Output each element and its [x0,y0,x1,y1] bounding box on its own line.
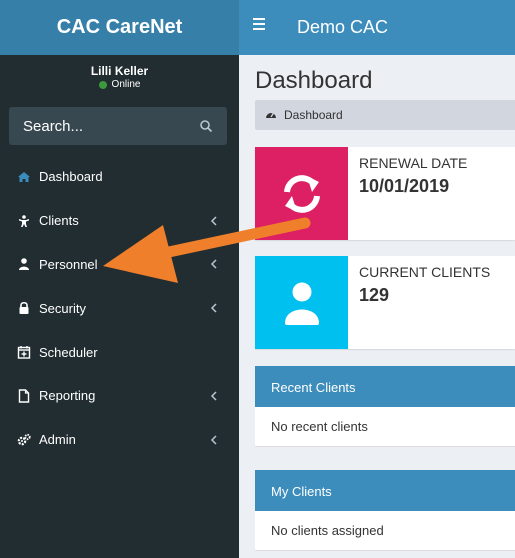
file-icon [18,389,30,403]
chevron-left-icon [210,259,217,270]
user-status-label: Online [111,79,141,90]
main-content: Dashboard Dashboard RENEWAL DATE 10/01/2… [239,55,515,558]
sidebar-item-label: Admin [39,432,76,448]
child-icon [19,214,29,227]
panel-body: No recent clients [255,407,515,447]
recent-clients-panel: Recent Clients No recent clients [255,366,515,447]
search-icon[interactable] [199,119,213,133]
sidebar-item-personnel[interactable]: Personnel [0,243,239,287]
sidebar-item-reporting[interactable]: Reporting [0,374,239,418]
top-navbar: Demo CAC [239,0,515,55]
user-status: Online [0,79,239,90]
sidebar-item-label: Personnel [39,256,98,272]
sidebar-item-label: Scheduler [39,344,98,360]
current-clients-info-box: CURRENT CLIENTS 129 [255,256,515,349]
user-icon [284,282,319,325]
brand-logo[interactable]: CAC CareNet [0,0,239,55]
renewal-date-info-box: RENEWAL DATE 10/01/2019 [255,147,515,240]
refresh-icon [283,174,320,213]
sidebar-item-dashboard[interactable]: Dashboard [0,155,239,199]
search-input[interactable]: Search... [23,118,199,135]
sidebar-menu: Dashboard Clients Personnel Security Sch… [0,155,239,462]
sidebar-item-admin[interactable]: Admin [0,418,239,462]
my-clients-panel: My Clients No clients assigned [255,470,515,551]
user-name: Lilli Keller [90,64,149,78]
sidebar-item-label: Clients [39,213,79,229]
info-box-label: CURRENT CLIENTS [359,264,491,280]
topbar-title: Demo CAC [297,17,389,37]
user-panel: Lilli Keller Online [0,55,239,103]
info-icon-container [255,147,348,240]
chevron-left-icon [210,391,217,401]
sidebar-search[interactable]: Search... [9,107,227,145]
info-box-value: 10/01/2019 [359,176,450,196]
sidebar-item-label: Dashboard [39,169,103,185]
chevron-left-icon [210,435,217,445]
sidebar-item-scheduler[interactable]: Scheduler [0,330,239,374]
lock-icon [19,302,29,315]
sidebar-toggle-hamburger-icon[interactable] [253,17,265,30]
sidebar-item-label: Security [39,300,86,316]
panel-header: Recent Clients [255,367,515,407]
dashboard-gauge-icon [266,112,276,118]
panel-header: My Clients [255,471,515,511]
chevron-left-icon [210,216,217,226]
sidebar-item-label: Reporting [39,388,96,404]
online-status-dot-icon [98,80,107,89]
sidebar-item-clients[interactable]: Clients [0,199,239,243]
info-icon-container [255,256,348,349]
sidebar: CAC CareNet Lilli Keller Online Search..… [0,0,239,558]
brand-title: CAC CareNet [56,16,183,38]
chevron-left-icon [210,303,217,313]
page-title: Dashboard [255,67,373,94]
info-box-value: 129 [359,285,390,305]
breadcrumb: Dashboard [255,100,515,130]
gears-icon [17,433,31,445]
panel-body: No clients assigned [255,511,515,551]
home-icon [18,171,30,182]
sidebar-item-security[interactable]: Security [0,286,239,330]
breadcrumb-item[interactable]: Dashboard [284,108,343,122]
calendar-plus-icon [17,346,31,359]
info-box-label: RENEWAL DATE [359,155,468,171]
user-icon [19,258,29,271]
